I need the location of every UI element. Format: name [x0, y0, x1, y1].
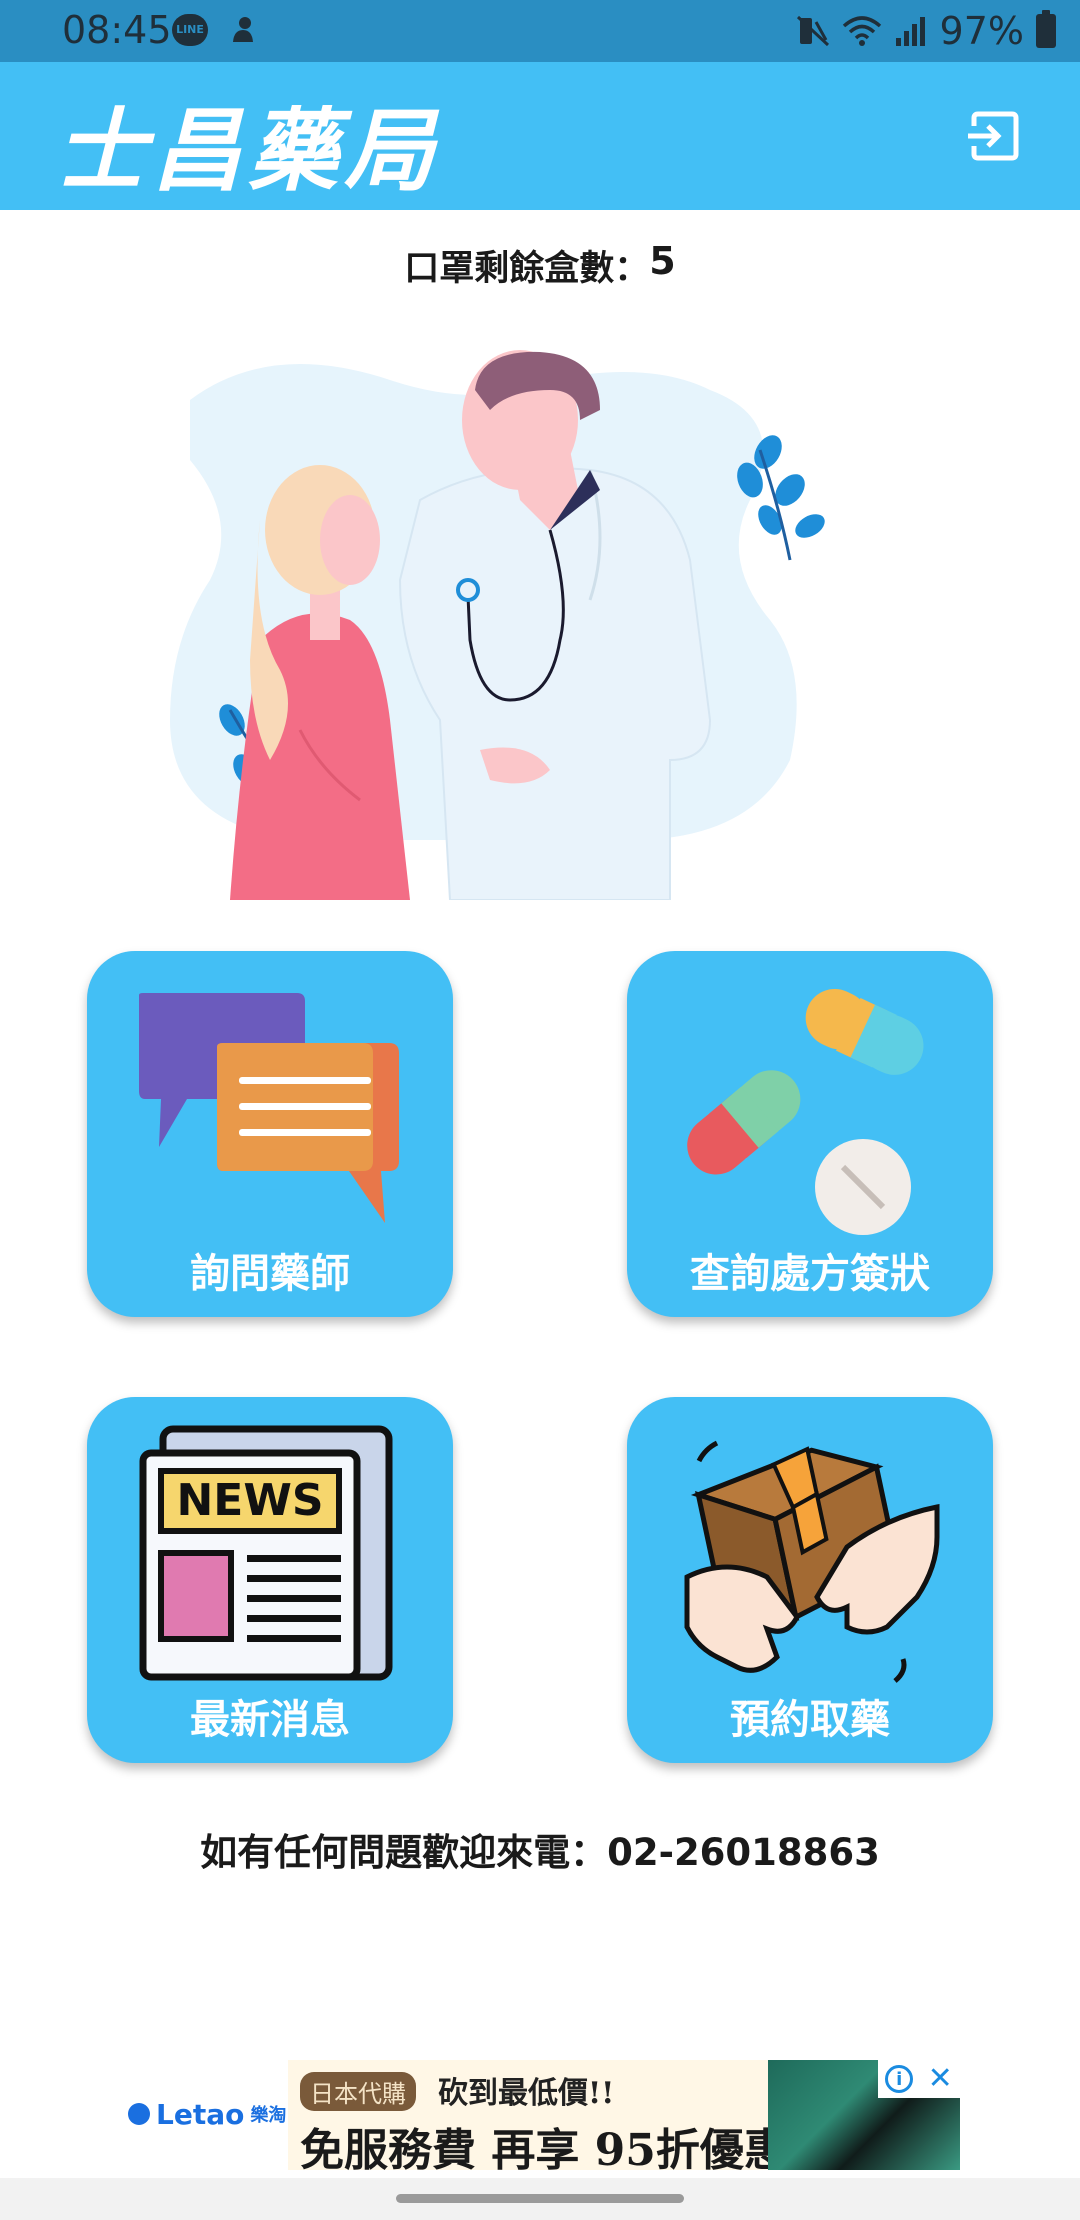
status-bar: 08:45 LINE 97% — [0, 0, 1080, 62]
battery-icon — [1036, 10, 1056, 48]
ask-pharmacist-button[interactable]: 詢問藥師 — [87, 951, 453, 1317]
notification-icon — [233, 17, 253, 42]
status-time: 08:45 — [62, 8, 172, 52]
close-icon[interactable]: ✕ — [928, 2064, 953, 2094]
system-nav-bar — [0, 2178, 1080, 2220]
ad-headline: 砍到最低價!! — [438, 2076, 615, 2111]
signal-icon — [895, 17, 925, 46]
battery-percent: 97% — [939, 9, 1024, 53]
logout-icon[interactable] — [964, 106, 1024, 166]
prescription-status-button[interactable]: 查詢處方簽狀 — [627, 951, 993, 1317]
doctor-patient-illustration — [170, 350, 825, 900]
ad-offer: 免服務費 再享 95折優惠 — [300, 2125, 788, 2176]
tile-label: 詢問藥師 — [190, 1251, 350, 1297]
home-gesture-handle[interactable] — [396, 2194, 684, 2203]
news-art-text: NEWS — [176, 1475, 323, 1526]
latest-news-button[interactable]: NEWS 最新消息 — [87, 1397, 453, 1763]
tile-label: 預約取藥 — [730, 1697, 890, 1743]
contact-phone-text[interactable]: 如有任何問題歡迎來電：02-26018863 — [0, 1822, 1080, 1876]
mask-count-label: 口罩剩餘盒數： — [404, 249, 650, 289]
app-bar: 士昌藥局 — [0, 62, 1080, 210]
ad-controls: i ✕ — [878, 2060, 960, 2098]
info-icon[interactable]: i — [885, 2065, 914, 2093]
ad-brand-mark-icon — [128, 2103, 150, 2125]
ad-brand-name: Letao — [156, 2097, 245, 2131]
ad-banner[interactable]: Letao 樂淘 日本代購 砍到最低價!! 免服務費 再享 95折優惠 i ✕ — [122, 2060, 960, 2176]
line-icon: LINE — [172, 14, 208, 46]
ad-brand-logo: Letao 樂淘 — [128, 2094, 286, 2134]
tile-label: 最新消息 — [190, 1697, 350, 1743]
mask-count-row: 口罩剩餘盒數：5 — [0, 239, 1080, 291]
appointment-pickup-button[interactable]: 預約取藥 — [627, 1397, 993, 1763]
mute-icon — [796, 15, 829, 47]
wifi-icon — [842, 16, 881, 46]
tile-label: 查詢處方簽狀 — [690, 1251, 930, 1297]
app-title: 士昌藥局 — [56, 98, 440, 204]
mask-count-value: 5 — [649, 239, 676, 283]
ad-brand-name-cn: 樂淘 — [250, 2105, 287, 2126]
ad-tag: 日本代購 — [300, 2072, 416, 2111]
